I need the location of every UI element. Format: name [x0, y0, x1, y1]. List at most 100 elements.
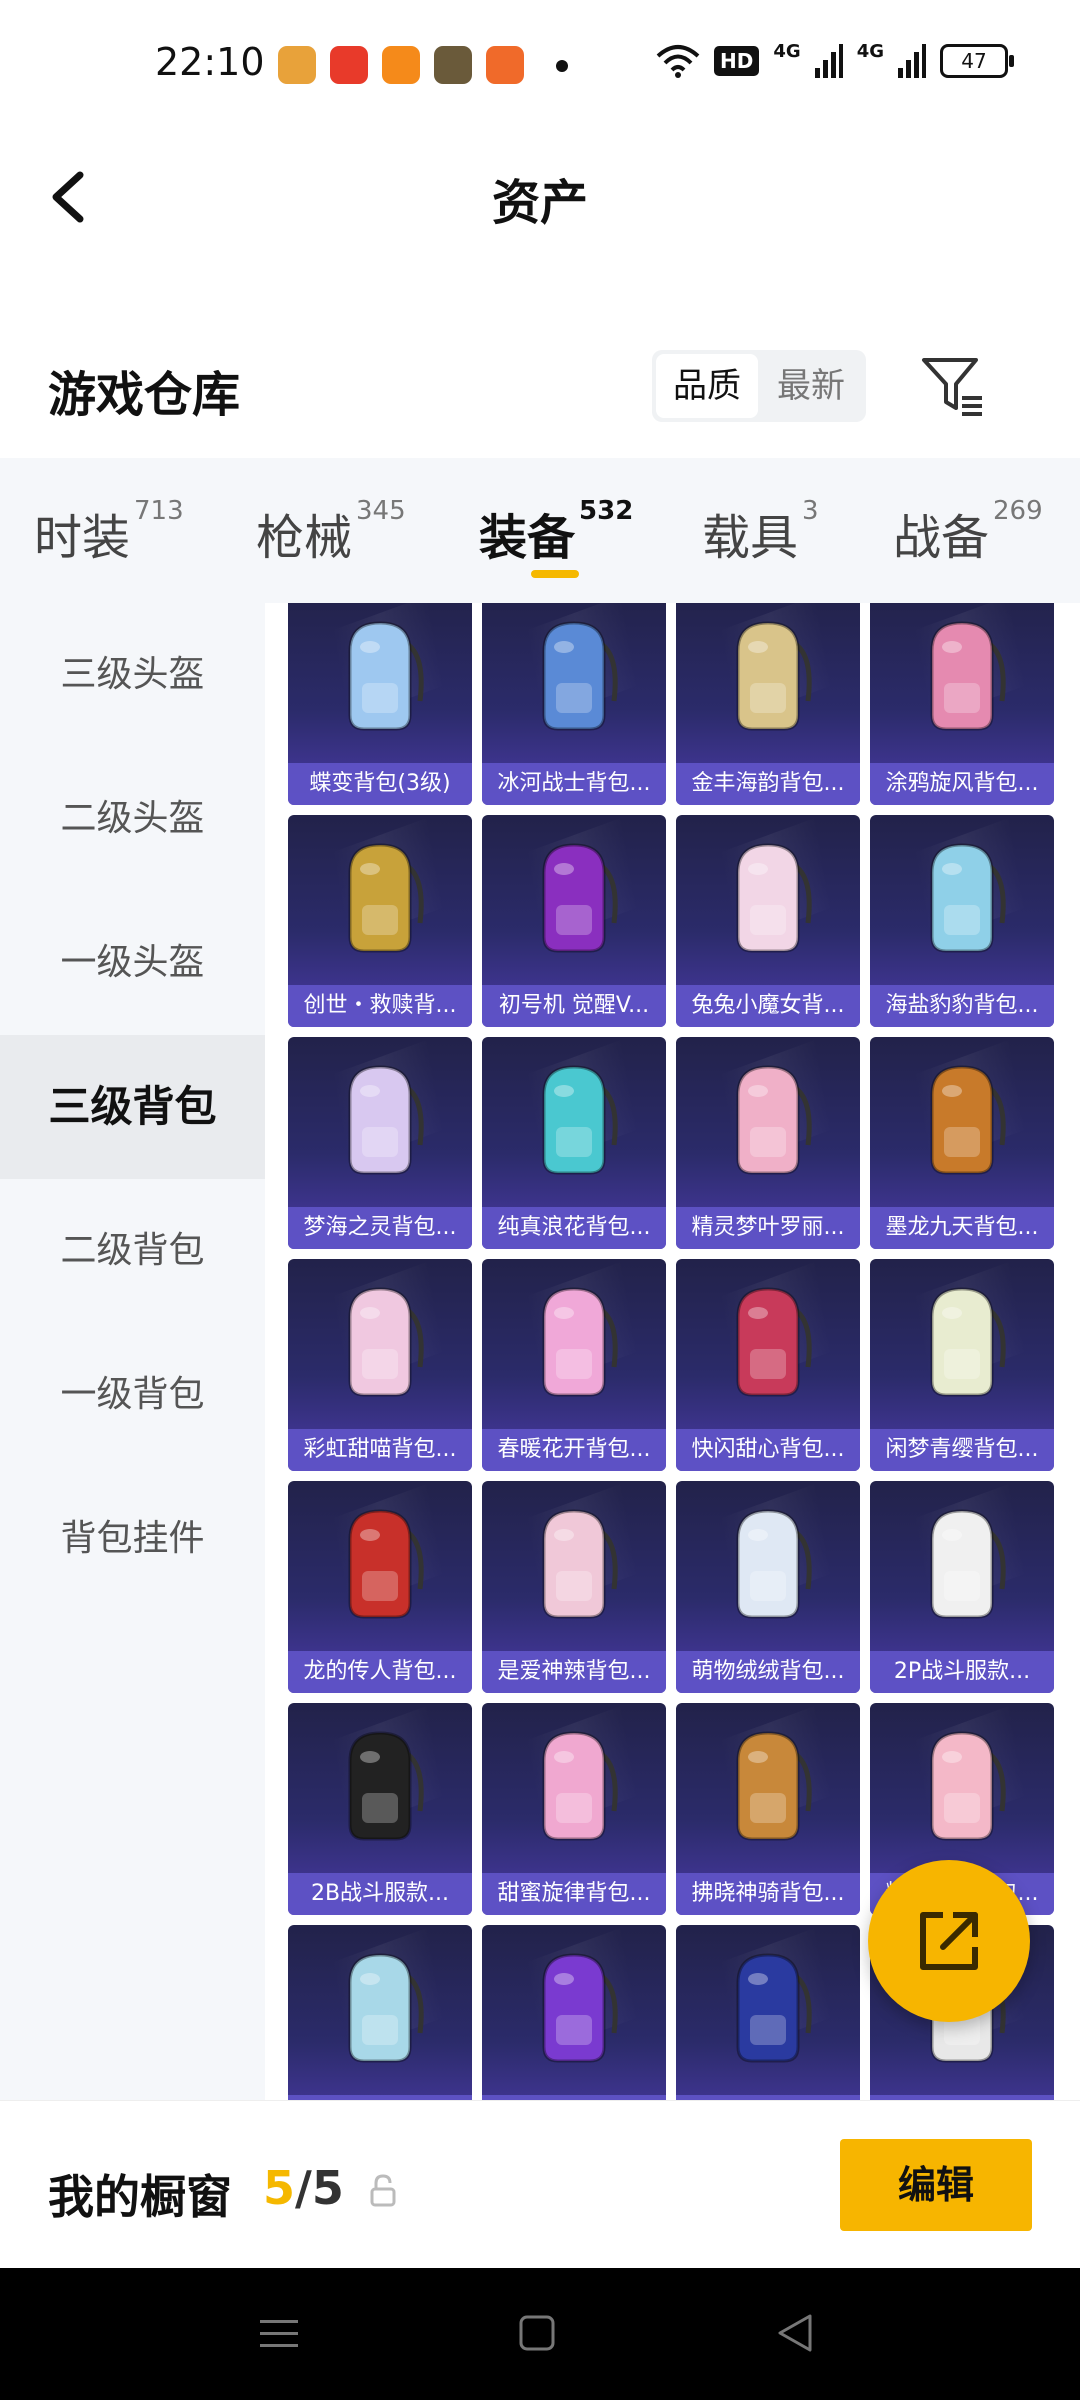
backpack-name: 兔兔小魔女背...	[676, 985, 860, 1027]
backpack-icon	[542, 1065, 618, 1175]
backpack-icon	[930, 1731, 1006, 1841]
backpack-name: 龙的传人背包...	[288, 1651, 472, 1693]
backpack-card[interactable]: 龙的传人背包...	[288, 1481, 472, 1693]
system-nav-bar	[0, 2268, 1080, 2400]
backpack-name: 创世・救赎背...	[288, 985, 472, 1027]
sidebar-item-level1-helmet[interactable]: 一级头盔	[0, 891, 265, 1035]
filter-icon[interactable]	[918, 350, 988, 420]
backpack-card[interactable]: 兔兔小魔女背...	[676, 815, 860, 1027]
backpack-card[interactable]: 蝶变背包(3级)	[288, 603, 472, 805]
showcase-total: /5	[295, 2161, 344, 2215]
signal-icon	[898, 44, 926, 78]
tab-count: 3	[802, 496, 819, 526]
back-icon[interactable]	[770, 2308, 820, 2358]
backpack-card[interactable]: 创世・救赎背...	[288, 815, 472, 1027]
signal-icon	[814, 44, 843, 78]
notification-icons	[278, 46, 524, 84]
backpack-icon	[542, 1953, 618, 2063]
backpack-card[interactable]: 拂晓神骑背包...	[676, 1703, 860, 1915]
sort-quality-option[interactable]: 品质	[656, 354, 758, 418]
backpack-card[interactable]: 懵萌河马背包...	[288, 1925, 472, 2100]
backpack-card[interactable]: 春暖花开背包...	[482, 1259, 666, 1471]
backpack-card[interactable]: 2B战斗服款...	[288, 1703, 472, 1915]
backpack-icon	[736, 1509, 812, 1619]
backpack-icon	[348, 1287, 424, 1397]
sidebar-item-level2-helmet[interactable]: 二级头盔	[0, 747, 265, 891]
tab-count: 345	[356, 496, 406, 526]
sort-toggle: 品质 最新	[652, 350, 866, 422]
app-notification-icon	[278, 46, 316, 84]
sidebar-item-level3-helmet[interactable]: 三级头盔	[0, 603, 265, 747]
backpack-name: 2B战斗服款...	[288, 1873, 472, 1915]
status-bar: 22:10 HD 4G 4G 47	[0, 0, 1080, 135]
backpack-name: 蝶变背包(3级)	[288, 763, 472, 805]
hd-badge: HD	[714, 46, 760, 76]
backpack-icon	[542, 843, 618, 953]
menu-icon[interactable]	[254, 2308, 304, 2358]
wifi-icon	[656, 45, 700, 78]
backpack-name: 拂晓神骑背包...	[676, 1873, 860, 1915]
backpack-name: 海盐豹豹背包...	[870, 985, 1054, 1027]
backpack-name: 涂鸦旋风背包...	[870, 763, 1054, 805]
backpack-card[interactable]: 彩虹甜喵背包...	[288, 1259, 472, 1471]
sort-newest-option[interactable]: 最新	[760, 354, 862, 418]
sidebar-item-level1-backpack[interactable]: 一级背包	[0, 1323, 265, 1467]
warehouse-title: 游戏仓库	[48, 367, 241, 423]
backpack-card[interactable]: 海盐豹豹背包...	[870, 815, 1054, 1027]
tab-label: 时装	[34, 510, 131, 566]
tab-vehicles[interactable]: 载具 3	[702, 496, 819, 568]
edit-button[interactable]: 编辑	[840, 2139, 1032, 2231]
notification-dot	[556, 60, 568, 72]
backpack-card[interactable]: 梦海之灵背包...	[288, 1037, 472, 1249]
network-label: 4G	[856, 40, 884, 62]
backpack-icon	[930, 1065, 1006, 1175]
backpack-name: 纯真浪花背包...	[482, 1207, 666, 1249]
backpack-name: 2P战斗服款...	[870, 1651, 1054, 1693]
app-notification-icon	[330, 46, 368, 84]
active-tab-indicator	[531, 570, 579, 578]
category-tab-bar: 时装 713 枪械 345 装备 532 载具 3 战备 269	[0, 458, 1080, 603]
backpack-icon	[930, 1287, 1006, 1397]
backpack-icon	[736, 621, 812, 731]
home-icon[interactable]	[512, 2308, 562, 2358]
backpack-card[interactable]: 萌物绒绒背包...	[676, 1481, 860, 1693]
backpack-icon	[348, 1509, 424, 1619]
backpack-card[interactable]: 是爱神辣背包...	[482, 1481, 666, 1693]
showcase-label: 我的橱窗	[48, 2170, 232, 2224]
backpack-card[interactable]: 闲梦青缨背包...	[870, 1259, 1054, 1471]
share-button[interactable]	[868, 1860, 1030, 2022]
app-notification-icon	[486, 46, 524, 84]
backpack-icon	[542, 1287, 618, 1397]
backpack-name: 梦海之灵背包...	[288, 1207, 472, 1249]
backpack-card[interactable]: 金丰海韵背包...	[676, 603, 860, 805]
showcase-count: 5/5	[263, 2161, 344, 2215]
backpack-card[interactable]: 甜蜜旋律背包...	[482, 1703, 666, 1915]
backpack-name: 春暖花开背包...	[482, 1429, 666, 1471]
tab-count: 713	[134, 496, 184, 526]
lock-icon	[370, 2174, 396, 2207]
backpack-card[interactable]: 精灵梦叶罗丽...	[676, 1037, 860, 1249]
tab-count: 532	[579, 496, 634, 526]
tab-firearms[interactable]: 枪械 345	[256, 496, 406, 568]
backpack-card[interactable]: 冰河战士背包...	[482, 603, 666, 805]
status-time: 22:10	[155, 40, 265, 84]
backpack-name: 墨龙九天背包...	[870, 1207, 1054, 1249]
backpack-card[interactable]: 墨龙九天背包...	[870, 1037, 1054, 1249]
sidebar-item-backpack-charm[interactable]: 背包挂件	[0, 1467, 265, 1611]
backpack-card[interactable]: 快闪甜心背包...	[676, 1259, 860, 1471]
tab-equipment[interactable]: 装备 532	[479, 496, 634, 568]
backpack-card[interactable]: 涂鸦旋风背包...	[870, 603, 1054, 805]
backpack-card[interactable]: 2P战斗服款...	[870, 1481, 1054, 1693]
page-title: 资产	[491, 175, 588, 231]
backpack-card[interactable]: 初号机 觉醒V...	[482, 815, 666, 1027]
backpack-card[interactable]: 星之信仰背包...	[676, 1925, 860, 2100]
app-notification-icon	[434, 46, 472, 84]
backpack-card[interactable]: 纯真浪花背包...	[482, 1037, 666, 1249]
sidebar-item-level2-backpack[interactable]: 二级背包	[0, 1179, 265, 1323]
backpack-name: 快闪甜心背包...	[676, 1429, 860, 1471]
backpack-name: 是爱神辣背包...	[482, 1651, 666, 1693]
sidebar-item-level3-backpack[interactable]: 三级背包	[0, 1035, 265, 1179]
tab-battle-gear[interactable]: 战备 269	[893, 496, 1043, 568]
backpack-card[interactable]: 龟仙人龟壳背...	[482, 1925, 666, 2100]
tab-fashion[interactable]: 时装 713	[34, 496, 184, 568]
